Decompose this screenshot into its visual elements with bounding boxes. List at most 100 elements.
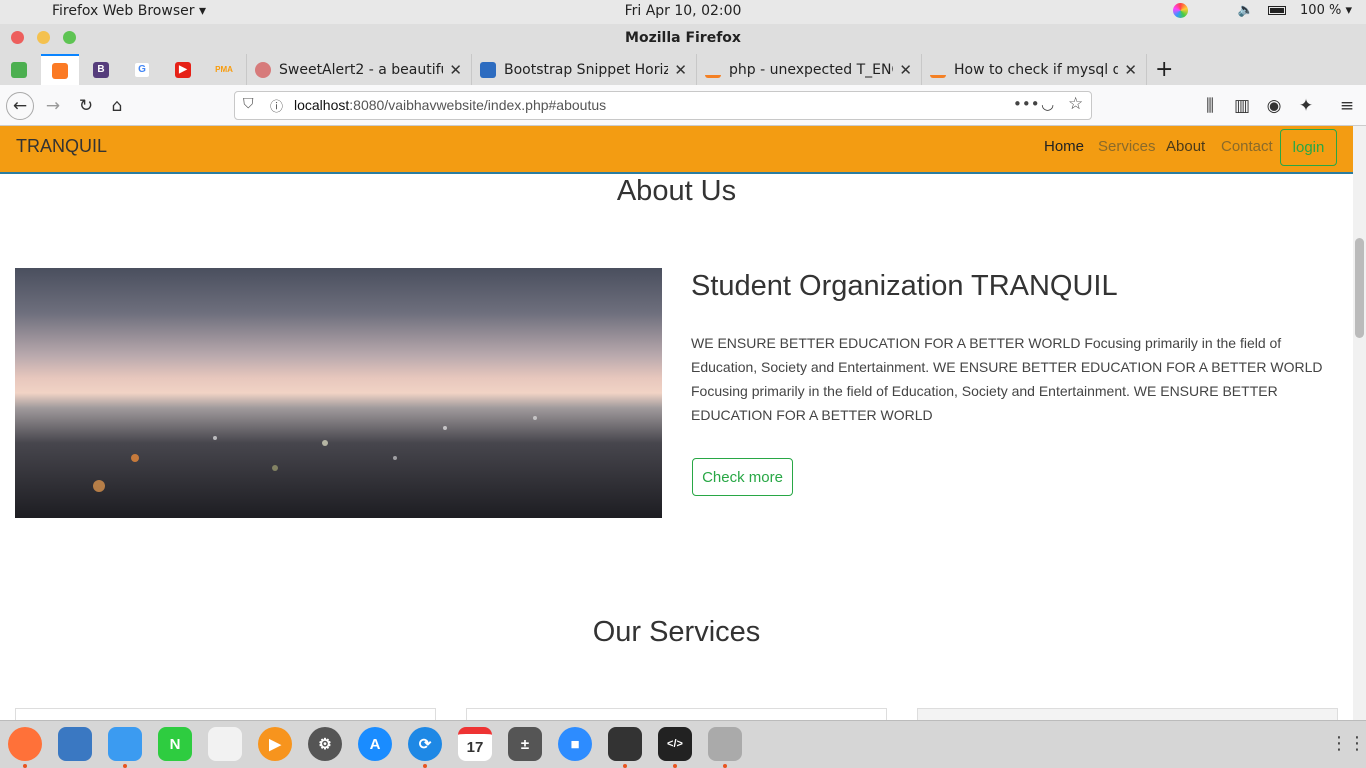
new-tab-button[interactable]: + — [1146, 54, 1180, 85]
pinned-tab-1[interactable] — [0, 54, 38, 85]
url-path: :8080/vaibhavwebsite/index.php#aboutus — [349, 97, 607, 113]
tab-label: How to check if mysql data — [954, 61, 1119, 78]
running-indicator — [123, 764, 127, 768]
color-wheel-icon[interactable] — [1172, 3, 1188, 18]
info-icon[interactable]: ⓘ — [270, 96, 283, 115]
zoom-icon[interactable]: ■ — [558, 727, 592, 761]
xampp-orange-icon — [52, 62, 68, 79]
extension-icon[interactable]: ✦ — [1292, 92, 1320, 120]
close-tab-icon[interactable]: ✕ — [674, 61, 687, 79]
pinned-tab-2[interactable] — [41, 54, 79, 85]
tab-label: php - unexpected T_ENC — [729, 61, 894, 78]
window-title: Mozilla Firefox — [625, 30, 741, 46]
check-more-button[interactable]: Check more — [692, 458, 793, 496]
dock: N ▶ ⚙ A ⟳ 17 ± ■ </> ⋮⋮⋮ — [0, 720, 1366, 768]
service-card[interactable] — [15, 708, 436, 720]
tab-mysql-check[interactable]: How to check if mysql data ✕ — [921, 54, 1145, 85]
bookmark-star-icon[interactable]: ☆ — [1068, 94, 1083, 114]
pinned-tab-6[interactable]: PMA — [205, 54, 243, 85]
running-indicator — [423, 764, 427, 768]
google-icon: G — [134, 61, 150, 78]
battery-icon[interactable] — [1268, 6, 1287, 15]
screen-icon[interactable] — [708, 727, 742, 761]
tab-strip: B G ▶ PMA SweetAlert2 - a beautiful ✕ Bo… — [0, 52, 1366, 85]
sidebar-icon[interactable]: ▥ — [1228, 92, 1256, 120]
stackoverflow-icon — [930, 62, 946, 78]
firefox-icon[interactable] — [8, 727, 42, 761]
tab-label: SweetAlert2 - a beautiful — [279, 61, 444, 78]
splash-drops — [93, 416, 537, 492]
about-heading: About Us — [616, 175, 737, 207]
calculator-icon[interactable]: ± — [508, 727, 542, 761]
running-indicator — [623, 764, 627, 768]
back-arrow-icon[interactable]: ← — [6, 92, 34, 120]
clock[interactable]: Fri Apr 10, 02:00 — [0, 3, 1366, 19]
code-editor-icon[interactable]: </> — [658, 727, 692, 761]
forward-arrow-icon[interactable]: → — [39, 92, 67, 120]
reload-icon[interactable]: ↻ — [72, 92, 100, 120]
bootsnipp-icon — [480, 61, 496, 78]
url-text[interactable]: localhost:8080/vaibhavwebsite/index.php#… — [294, 97, 606, 113]
os-menu-bar: Firefox Web Browser ▾ Fri Apr 10, 02:00 … — [0, 0, 1366, 24]
about-body-text: WE ENSURE BETTER EDUCATION FOR A BETTER … — [691, 335, 1323, 423]
photos-icon[interactable] — [208, 727, 242, 761]
phpmyadmin-icon: PMA — [215, 65, 233, 74]
window-title-bar: Mozilla Firefox — [0, 24, 1366, 52]
web-page: TRANQUIL Home Services About Contact log… — [0, 126, 1353, 720]
pinned-tab-3[interactable]: B — [82, 54, 120, 85]
media-player-icon[interactable]: ▶ — [258, 727, 292, 761]
site-navbar: TRANQUIL Home Services About Contact log… — [0, 126, 1353, 174]
terminal-icon[interactable] — [608, 727, 642, 761]
scrollbar-thumb[interactable] — [1355, 238, 1364, 338]
menu-icon[interactable]: ≡ — [1333, 92, 1361, 120]
sweetalert-icon — [255, 61, 271, 78]
tab-bootstrap-snippet[interactable]: Bootstrap Snippet Horizontal ✕ — [471, 54, 695, 85]
shield-icon[interactable]: ⛉ — [243, 96, 254, 112]
volume-icon[interactable]: 🔈 — [1238, 3, 1254, 18]
nav-services[interactable]: Services — [1098, 138, 1156, 155]
stackoverflow-icon — [705, 62, 721, 78]
water-splash-image — [15, 268, 662, 518]
status-area: 🔈 100 % ▾ — [1172, 3, 1352, 18]
page-scrollbar[interactable] — [1353, 126, 1366, 720]
running-indicator — [23, 764, 27, 768]
account-icon[interactable]: ◉ — [1260, 92, 1288, 120]
about-title: Student Organization TRANQUIL — [691, 270, 1118, 302]
home-icon[interactable]: ⌂ — [103, 92, 131, 120]
apps-grid-icon[interactable]: ⋮⋮⋮ — [1330, 733, 1366, 754]
sync-icon[interactable]: ⟳ — [408, 727, 442, 761]
more-actions-icon[interactable]: ••• — [1013, 95, 1040, 113]
tab-sweetalert[interactable]: SweetAlert2 - a beautiful ✕ — [246, 54, 470, 85]
tab-label: Bootstrap Snippet Horizontal — [504, 61, 669, 78]
pinned-tab-4[interactable]: G — [123, 54, 161, 85]
calendar-icon[interactable]: 17 — [458, 727, 492, 761]
app-store-icon[interactable]: A — [358, 727, 392, 761]
battery-percent[interactable]: 100 % ▾ — [1300, 3, 1352, 18]
close-tab-icon[interactable]: ✕ — [899, 61, 912, 79]
service-card[interactable] — [466, 708, 887, 720]
service-card[interactable] — [917, 708, 1338, 720]
youtube-icon: ▶ — [175, 61, 191, 78]
library-icon[interactable]: ⫼ — [1196, 92, 1224, 120]
login-button[interactable]: login — [1280, 129, 1337, 166]
close-tab-icon[interactable]: ✕ — [449, 61, 462, 79]
running-indicator — [673, 764, 677, 768]
nav-about[interactable]: About — [1166, 138, 1205, 155]
nav-contact[interactable]: Contact — [1221, 138, 1273, 155]
nav-home[interactable]: Home — [1044, 138, 1084, 155]
bootstrap-icon: B — [93, 61, 109, 78]
finder-icon[interactable] — [108, 727, 142, 761]
site-brand[interactable]: TRANQUIL — [16, 136, 107, 157]
tab-php-unexpected[interactable]: php - unexpected T_ENC ✕ — [696, 54, 920, 85]
xampp-icon — [11, 61, 27, 78]
url-host: localhost — [294, 97, 350, 113]
settings-icon[interactable]: ⚙ — [308, 727, 342, 761]
pocket-icon[interactable]: ◡ — [1041, 95, 1054, 113]
pinned-tab-5[interactable]: ▶ — [164, 54, 202, 85]
close-tab-icon[interactable]: ✕ — [1124, 61, 1137, 79]
url-bar[interactable]: ⛉ ⓘ localhost:8080/vaibhavwebsite/index.… — [234, 91, 1092, 120]
services-heading: Our Services — [592, 616, 761, 648]
plus-icon: + — [1155, 57, 1174, 82]
notes-icon[interactable]: N — [158, 727, 192, 761]
mail-icon[interactable] — [58, 727, 92, 761]
